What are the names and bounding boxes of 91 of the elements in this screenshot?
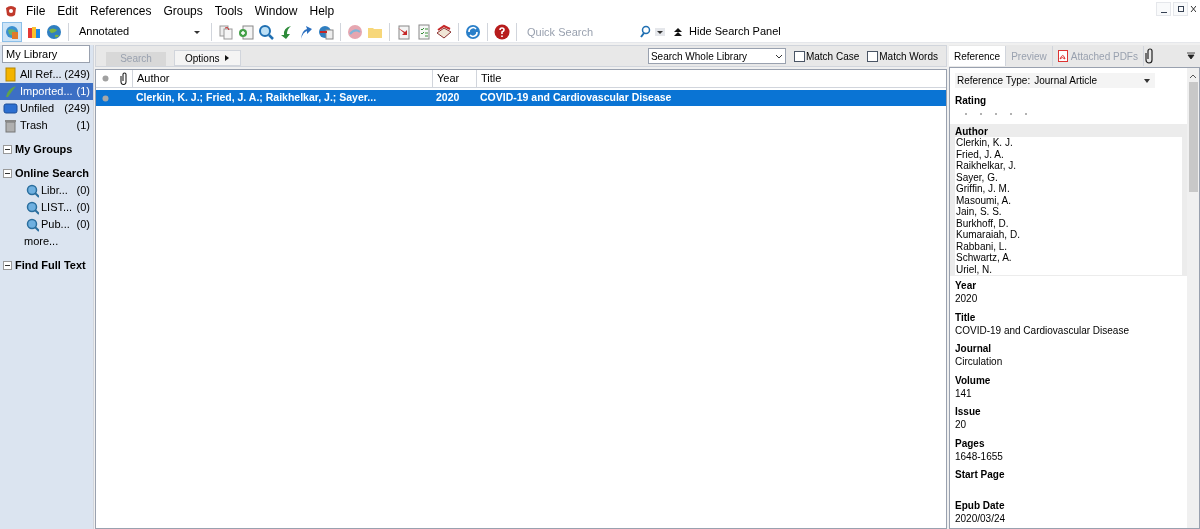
caret-icon[interactable]	[1187, 52, 1195, 60]
restore-button[interactable]	[1173, 2, 1188, 16]
search-icon[interactable]	[639, 24, 651, 39]
more-link[interactable]: more...	[0, 233, 63, 250]
sidebar-item[interactable]: Unfiled (249)	[0, 100, 93, 117]
menu-item[interactable]: Edit	[51, 1, 85, 20]
options-button[interactable]: Options	[174, 50, 242, 66]
paperclip-icon[interactable]	[1144, 48, 1154, 64]
tray-icon	[3, 101, 18, 116]
globe-icon[interactable]	[46, 23, 62, 40]
field-value[interactable]: 1648-1655	[955, 449, 1182, 465]
sidebar-item[interactable]: Pub... (0)	[0, 216, 93, 233]
field-label: Reference Type:	[957, 74, 1031, 89]
collapse-icon[interactable]	[3, 145, 12, 154]
field-label: Title	[955, 310, 977, 324]
magnifier-icon	[25, 183, 39, 198]
reference-type-dropdown[interactable]: Journal Article	[1034, 73, 1155, 89]
status-dot-icon	[101, 75, 109, 82]
table-row[interactable]: Clerkin, K. J.; Fried, J. A.; Raikhelkar, J.; Sayer... 2020 COVID-19 and Cardiovascular Disease	[96, 90, 946, 106]
field-label: Issue	[955, 405, 982, 419]
caret-icon	[1143, 76, 1151, 85]
checklist-icon[interactable]	[416, 23, 432, 40]
library-field[interactable]: My Library	[2, 45, 90, 63]
copy-document-icon[interactable]	[218, 23, 234, 40]
sidebar-item[interactable]: All Ref... (249)	[0, 66, 93, 83]
status-dot-icon	[101, 94, 109, 102]
book-icon[interactable]	[436, 23, 452, 40]
local-library-icon[interactable]	[4, 23, 20, 40]
column-header[interactable]: Year	[437, 70, 460, 87]
globe-document-icon[interactable]	[318, 23, 334, 40]
chevron-down-icon	[774, 52, 783, 60]
field-value[interactable]: 20	[955, 418, 1182, 434]
match-words-checkbox[interactable]	[867, 51, 879, 62]
match-case-checkbox[interactable]	[793, 51, 805, 62]
menu-item[interactable]: References	[84, 1, 158, 20]
scope-dropdown[interactable]: Search Whole Library	[647, 48, 786, 64]
field-value[interactable]: COVID-19 and Cardiovascular Disease	[955, 323, 1182, 340]
scroll-up-icon[interactable]	[1189, 72, 1197, 80]
field-label: Year	[955, 279, 978, 293]
section-heading[interactable]: Online Search	[15, 165, 89, 182]
field-value[interactable]: 2020	[955, 292, 1182, 308]
hide-search-panel-button[interactable]: Hide Search Panel	[673, 23, 781, 40]
pdf-icon	[1057, 50, 1068, 62]
checkbox-label[interactable]: Match Words	[879, 49, 938, 64]
field-label: Volume	[955, 373, 992, 387]
leaf-icon	[3, 84, 18, 99]
field-value[interactable]: 141	[955, 386, 1182, 403]
magnifier-icon	[25, 217, 39, 232]
field-label: Pages	[955, 436, 986, 450]
column-header[interactable]: Title	[481, 70, 502, 87]
sidebar-item[interactable]: Trash (1)	[0, 117, 93, 134]
menu-item[interactable]: Groups	[157, 1, 209, 20]
triangle-right-icon	[224, 54, 231, 62]
scrollbar-thumb[interactable]	[1188, 82, 1198, 192]
field-label: Author	[955, 125, 989, 138]
double-up-arrow-icon[interactable]	[673, 26, 683, 37]
section-heading[interactable]: My Groups	[15, 141, 73, 158]
folder-icon	[3, 67, 18, 82]
field-value[interactable]: Circulation	[955, 355, 1182, 371]
author-list-field[interactable]: Clerkin, K. J. Fried, J. A. Raikhelkar, J. Sayer, G. Griffin, J. M. Masoumi, A. Jain, S. S. Burkhoff, D. Kumaraiah, D. Rabbani, L. Schwartz, A. Uriel, N.	[955, 137, 1182, 276]
collapse-icon[interactable]	[3, 169, 12, 178]
field-label: Rating	[955, 94, 988, 109]
sidebar-item[interactable]: Libr... (0)	[0, 182, 93, 199]
sync-icon[interactable]	[465, 23, 481, 40]
minimize-button[interactable]	[1156, 2, 1171, 16]
menu-item[interactable]: File	[20, 1, 52, 20]
app-logo-icon[interactable]	[4, 3, 18, 18]
magnifier-icon	[25, 200, 39, 215]
menu-item[interactable]: Tools	[208, 1, 249, 20]
sidebar-item[interactable]: LIST... (0)	[0, 199, 93, 216]
checkbox-label[interactable]: Match Case	[805, 49, 860, 64]
menu-item[interactable]: Window	[248, 1, 304, 20]
up-arrow-icon[interactable]	[298, 23, 314, 40]
column-header[interactable]: Author	[137, 70, 170, 87]
section-heading[interactable]: Find Full Text	[15, 257, 86, 274]
trash-icon	[3, 118, 18, 133]
tab[interactable]: Reference	[949, 46, 1007, 66]
field-value[interactable]: 2020/03/24	[955, 512, 1182, 528]
pdf-document-icon[interactable]	[396, 23, 412, 40]
field-label: Start Page	[955, 468, 1006, 481]
field-label: Journal	[955, 342, 993, 356]
help-icon[interactable]	[494, 23, 510, 40]
magnifier-icon[interactable]	[258, 23, 274, 40]
collapse-icon[interactable]	[3, 261, 12, 270]
style-dropdown[interactable]: Annotated	[75, 22, 205, 41]
new-document-icon[interactable]	[238, 23, 254, 40]
quick-search-field[interactable]: Quick Search	[523, 22, 635, 41]
paperclip-icon	[119, 72, 127, 85]
field-label: Epub Date	[955, 499, 1006, 513]
sidebar-item[interactable]: Imported... (1)	[0, 83, 93, 100]
menu-item[interactable]: Help	[303, 1, 341, 20]
